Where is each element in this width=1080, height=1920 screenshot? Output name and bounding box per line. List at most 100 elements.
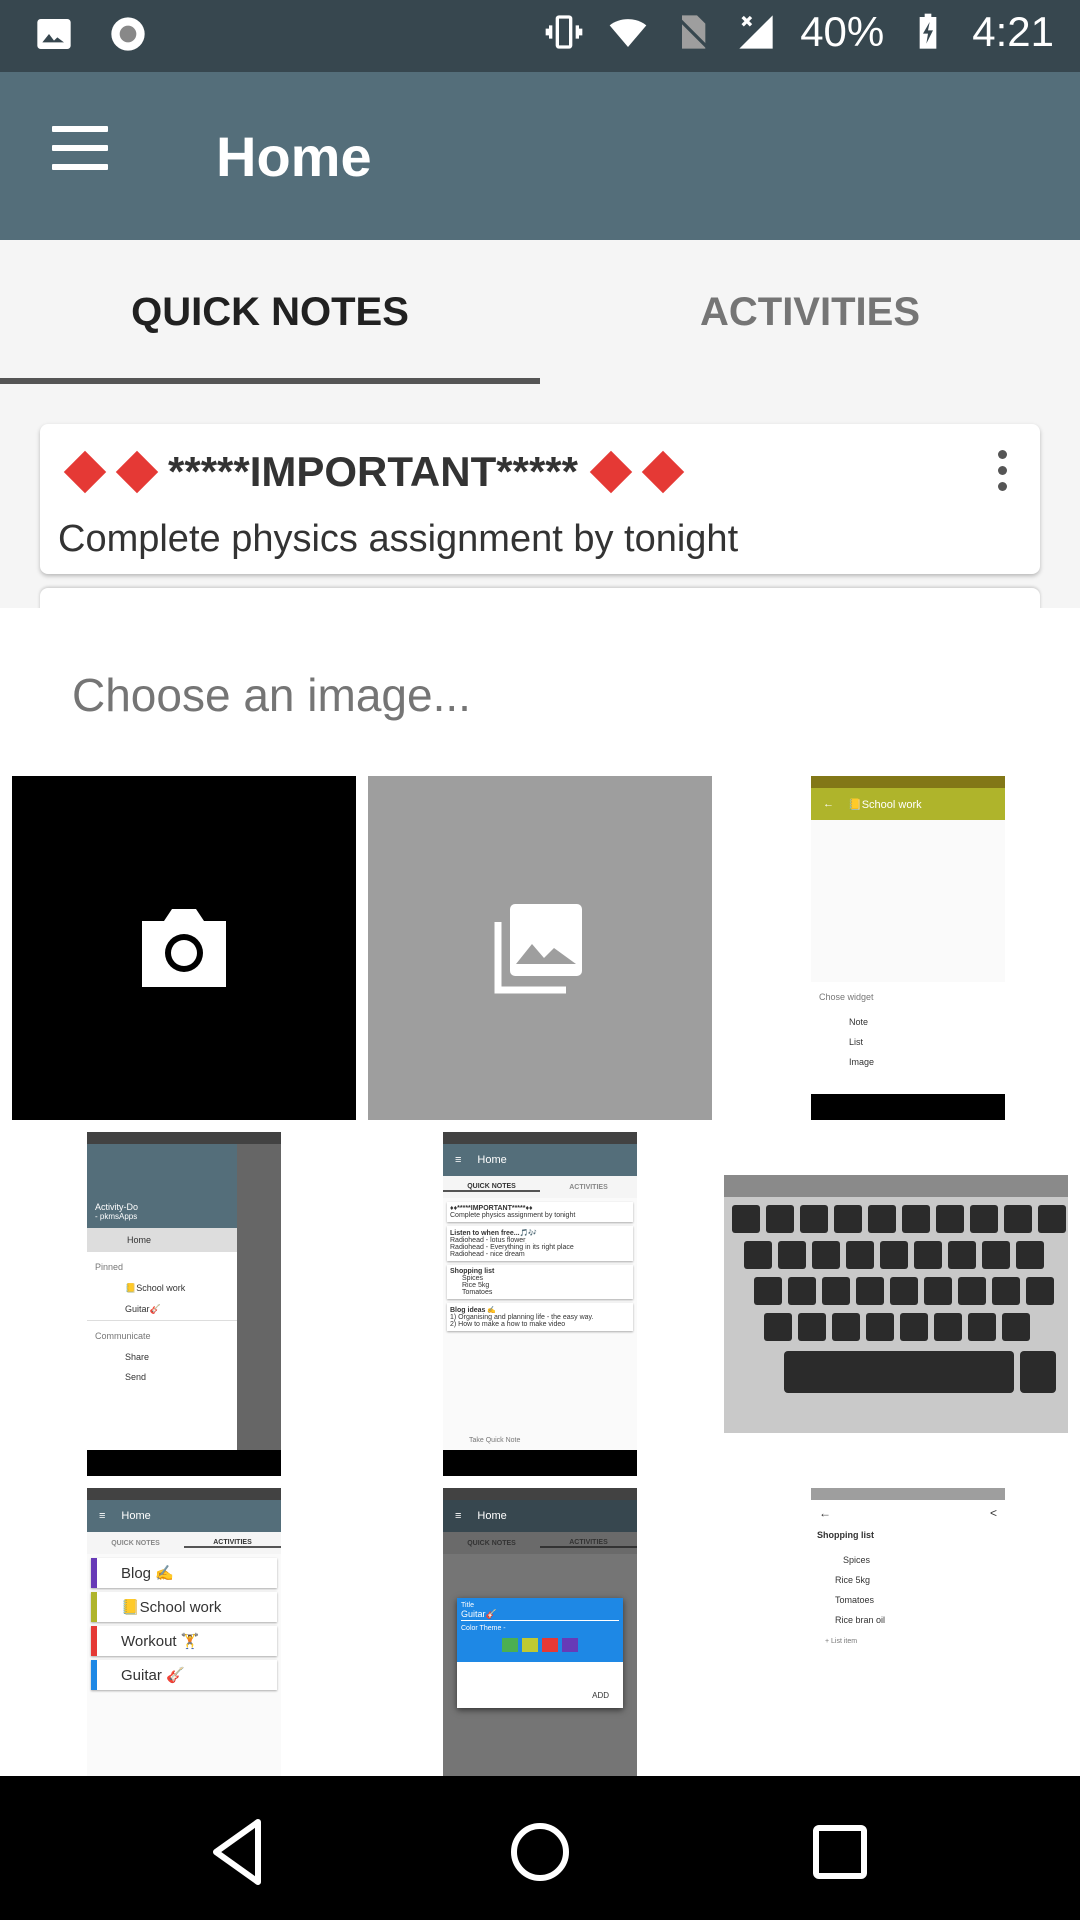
- menu-icon[interactable]: [52, 126, 114, 188]
- color-swatch: [562, 1638, 578, 1652]
- thumb-drawer[interactable]: Activity-Do - pkmsApps Home Pinned 📒Scho…: [12, 1132, 356, 1476]
- thumb-title: 📒School work: [848, 798, 922, 811]
- thumb-text: ACTIVITIES: [569, 1183, 608, 1191]
- note-body: Complete physics assignment by tonight: [58, 518, 739, 560]
- thumb-dialog[interactable]: ≡ Home QUICK NOTES ACTIVITIES Title Guit…: [368, 1488, 712, 1776]
- thumb-text: + List item: [825, 1638, 858, 1645]
- menu-icon: ≡: [455, 1154, 462, 1166]
- color-swatch: [522, 1638, 538, 1652]
- status-bar: 40% 4:21: [0, 0, 1080, 72]
- thumb-school-work[interactable]: ← 📒School work Chose widget Note List Im…: [724, 776, 1068, 1120]
- menu-icon: ≡: [99, 1510, 106, 1522]
- thumb-text: ACTIVITIES: [184, 1539, 281, 1548]
- color-swatch: [502, 1638, 518, 1652]
- thumb-text: QUICK NOTES: [467, 1539, 516, 1547]
- sheet-title: Choose an image...: [72, 669, 471, 721]
- color-swatch: [542, 1638, 558, 1652]
- back-icon: ←: [819, 1506, 831, 1520]
- thumb-text: Rice bran oil: [835, 1615, 886, 1625]
- thumb-home-notes[interactable]: ≡ Home QUICK NOTES ACTIVITIES ♦♦*****IMP…: [368, 1132, 712, 1476]
- thumb-text: Radiohead - lotus flower: [450, 1237, 526, 1244]
- diamond-icon: [63, 450, 107, 494]
- thumb-text: Blog ideas ✍: [450, 1307, 497, 1314]
- thumb-text: Spices: [462, 1275, 484, 1282]
- signal-icon: [739, 15, 773, 49]
- thumb-text: Complete physics assignment by tonight: [450, 1212, 576, 1219]
- thumb-activities[interactable]: ≡ Home QUICK NOTES ACTIVITIES Blog ✍ 📒Sc…: [12, 1488, 356, 1776]
- diamond-icon: [641, 450, 685, 494]
- thumb-text: QUICK NOTES: [443, 1183, 540, 1192]
- wifi-icon: [609, 19, 647, 47]
- thumb-text: Workout 🏋: [91, 1626, 277, 1656]
- thumb-title: Home: [121, 1510, 151, 1522]
- thumb-text: Radiohead - nice dream: [450, 1251, 525, 1258]
- notes-list: *****IMPORTANT***** Complete physics ass…: [0, 384, 1080, 608]
- back-icon: ←: [823, 798, 834, 810]
- keyboard-photo: [724, 1175, 1068, 1433]
- thumb-text: - pkmsApps: [95, 1212, 138, 1221]
- thumb-text: Blog ✍: [91, 1558, 277, 1588]
- thumb-text: Home: [87, 1228, 237, 1252]
- thumb-text: 📒School work: [125, 1283, 186, 1293]
- thumb-text: 📒School work: [91, 1592, 277, 1622]
- thumb-text: Communicate: [87, 1320, 237, 1347]
- thumb-keyboard-photo[interactable]: [724, 1132, 1068, 1476]
- system-nav-bar: [0, 1776, 1080, 1920]
- share-icon: <: [989, 1506, 997, 1520]
- thumb-text: Rice 5kg: [462, 1282, 490, 1289]
- back-nav-icon[interactable]: [200, 1812, 280, 1892]
- thumb-text: Share: [125, 1352, 150, 1362]
- battery-icon: [919, 13, 937, 49]
- record-icon: [111, 17, 145, 51]
- thumb-text: Color Theme -: [461, 1625, 506, 1632]
- gallery-option[interactable]: [368, 776, 712, 1120]
- thumb-shopping-list[interactable]: ← < Shopping list Spices Rice 5kg Tomato…: [724, 1488, 1068, 1776]
- no-sim-icon: [676, 15, 709, 49]
- app-bar: Home: [0, 72, 1080, 240]
- thumb-text: Shopping list: [450, 1268, 495, 1275]
- thumb-text: Listen to when free...🎵🎶: [450, 1230, 538, 1237]
- thumb-text: Guitar🎸: [125, 1304, 161, 1314]
- photo-library-icon: [494, 904, 582, 994]
- note-title-row: *****IMPORTANT*****: [58, 448, 688, 496]
- camera-icon: [142, 909, 226, 987]
- recents-nav-icon[interactable]: [800, 1812, 880, 1892]
- thumb-text: ♦♦*****IMPORTANT*****♦♦: [450, 1205, 533, 1212]
- tab-bar: QUICK NOTES ACTIVITIES: [0, 240, 1080, 384]
- thumb-text: Image: [849, 1057, 875, 1067]
- thumb-text: Chose widget: [819, 992, 874, 1002]
- thumb-text: Tomatoes: [835, 1595, 875, 1605]
- note-card[interactable]: [40, 588, 1040, 608]
- thumb-text: ADD: [592, 1691, 609, 1700]
- thumb-text: Pinned: [95, 1262, 124, 1272]
- tab-quick-notes[interactable]: QUICK NOTES: [0, 240, 540, 384]
- thumb-text: Tomatoes: [462, 1289, 493, 1296]
- thumb-text: QUICK NOTES: [111, 1539, 160, 1547]
- thumb-text: Rice 5kg: [835, 1575, 871, 1585]
- tab-activities[interactable]: ACTIVITIES: [540, 240, 1080, 384]
- note-card[interactable]: *****IMPORTANT***** Complete physics ass…: [40, 424, 1040, 574]
- thumb-text: List: [849, 1037, 864, 1047]
- thumb-text: ACTIVITIES: [540, 1539, 637, 1548]
- thumb-text: Take Quick Note: [469, 1437, 521, 1444]
- battery-percent: 40%: [800, 8, 885, 55]
- thumb-text: 1) Organising and planning life - the ea…: [450, 1314, 594, 1321]
- thumb-text: Spices: [811, 1550, 1005, 1570]
- thumb-text: Shopping list: [817, 1530, 874, 1540]
- thumb-text: Guitar🎸: [461, 1609, 619, 1621]
- clock: 4:21: [972, 8, 1054, 55]
- camera-option[interactable]: [12, 776, 356, 1120]
- vibrate-icon: [545, 15, 583, 49]
- thumb-text: Activity-Do: [95, 1202, 139, 1212]
- note-title: *****IMPORTANT*****: [168, 448, 578, 495]
- more-vert-icon[interactable]: [998, 450, 1010, 492]
- image-icon: [37, 19, 71, 49]
- thumb-text: Send: [125, 1372, 147, 1382]
- image-chooser-sheet: Choose an image... ← 📒School work Chose …: [0, 608, 1080, 1776]
- thumb-text: Guitar 🎸: [91, 1660, 277, 1690]
- thumb-title: Home: [477, 1154, 507, 1166]
- color-swatches: [461, 1638, 619, 1656]
- diamond-icon: [115, 450, 159, 494]
- home-nav-icon[interactable]: [500, 1812, 580, 1892]
- page-title: Home: [216, 125, 372, 188]
